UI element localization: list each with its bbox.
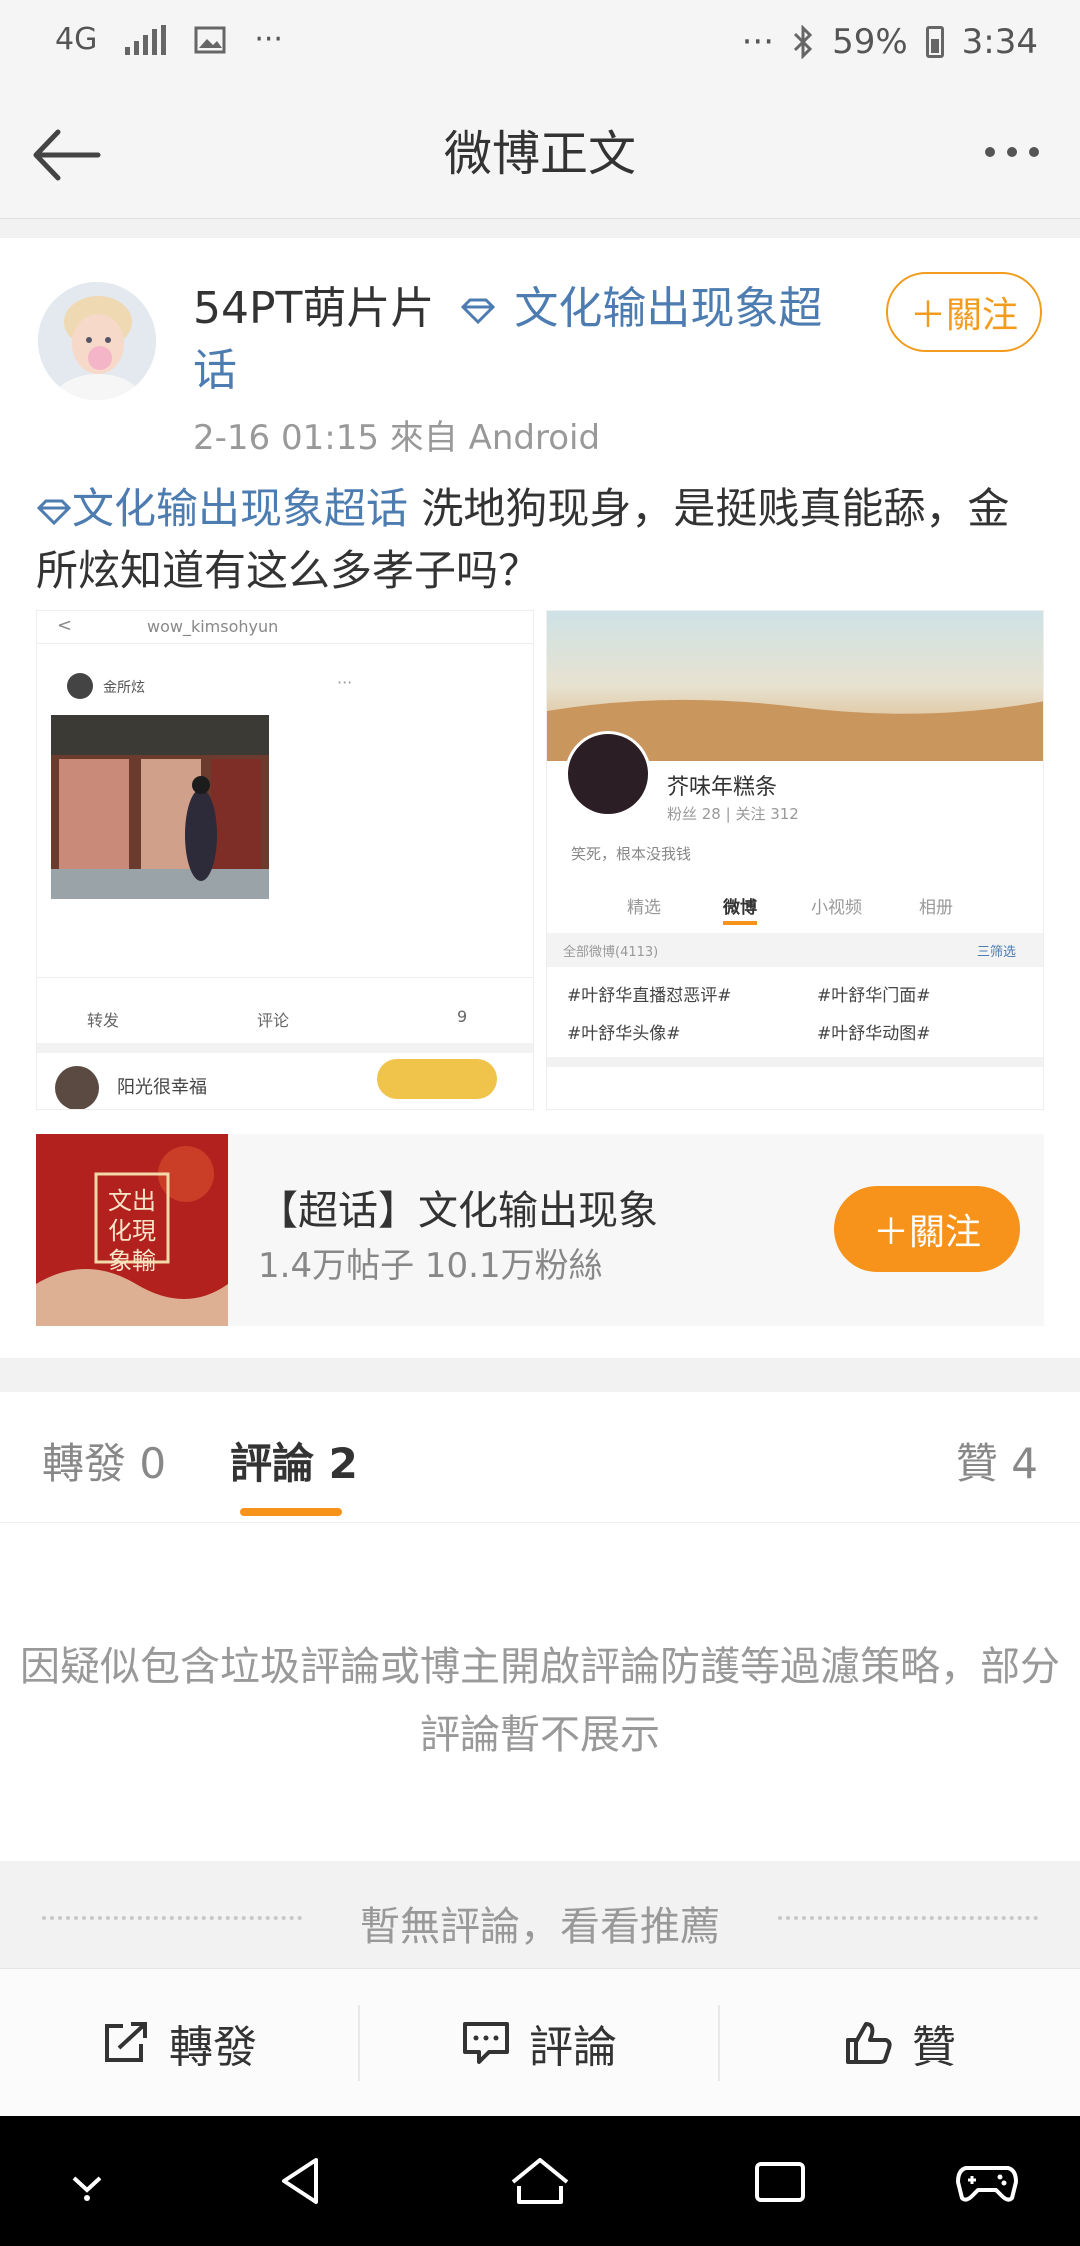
tab-repost[interactable]: 轉發 0: [42, 1430, 166, 1491]
image1-back-icon: <: [57, 615, 73, 636]
image1-photo: [51, 715, 269, 899]
image2-tag-3: #叶舒华动图#: [817, 1024, 931, 1044]
tab-comment[interactable]: 評論 2: [230, 1430, 358, 1491]
repost-label: 轉發: [169, 2022, 257, 2073]
super-topic-diamond-icon: [461, 298, 496, 325]
image2-tag-0: #叶舒华直播怼恶评#: [567, 986, 732, 1006]
super-topic-diamond-icon: [36, 499, 72, 525]
super-topic-thumbnail: 文出化現象輸: [36, 1134, 228, 1326]
network-label: 4G: [55, 22, 98, 57]
image2-filter-right: 三筛选: [977, 945, 1017, 960]
comment-icon: [463, 2022, 509, 2064]
image2-name: 芥味年糕条: [667, 775, 778, 800]
post-image-2[interactable]: 芥味年糕条 粉丝 28 | 关注 312 笑死，根本没我钱 精选 微博 小视频 …: [546, 610, 1044, 1110]
no-comments-recommend: 暫無評論，看看推薦: [360, 1904, 720, 1950]
image2-avatar: [565, 731, 651, 817]
divider-right: [778, 1916, 1038, 1920]
like-label: 贊: [912, 2022, 956, 2073]
post-card: 54PT萌片片 文化输出现象超话 2-16 01:15 來自 Android ＋…: [0, 238, 1080, 1358]
image2-tab-0: 精选: [627, 898, 661, 918]
status-left: 4G ···: [55, 22, 283, 57]
nav-recents-icon[interactable]: [745, 2146, 815, 2216]
status-right: ··· 59% 3:34: [742, 22, 1038, 62]
image2-bio: 笑死，根本没我钱: [571, 845, 692, 863]
battery-icon: [925, 26, 944, 58]
image2-stats: 粉丝 28 | 关注 312: [667, 805, 799, 823]
thumbs-up-icon: [846, 2022, 892, 2064]
image1-comment-user: 阳光很幸福: [117, 1077, 207, 1098]
image1-comment-avatar: [55, 1066, 99, 1109]
comment-button[interactable]: 評論: [360, 1969, 718, 2117]
bottom-action-bar: 轉發 評論 贊: [0, 1968, 1080, 2117]
follow-author-button[interactable]: ＋關注: [886, 272, 1042, 352]
gallery-icon: [194, 26, 226, 53]
status-bar: 4G ··· ··· 59% 3:34: [0, 0, 1080, 90]
image1-likes: 9: [457, 1007, 468, 1026]
image1-comment: 评论: [257, 1011, 290, 1030]
image1-post-name: 金所炫: [103, 680, 145, 696]
image2-tag-1: #叶舒华门面#: [817, 986, 931, 1006]
signal-icon: [125, 24, 167, 55]
post-image-1[interactable]: < wow_kimsohyun 金所炫 ··· 转发 评论 9 阳光很幸福: [36, 610, 534, 1110]
battery-percent: 59%: [832, 22, 908, 62]
tab-like[interactable]: 贊 4: [956, 1430, 1038, 1491]
hide-keyboard-icon[interactable]: [52, 2146, 122, 2216]
nav-back-icon[interactable]: [266, 2146, 336, 2216]
image1-avatar: [67, 673, 93, 699]
super-topic-thumb-text: 文出化現象輸: [108, 1187, 156, 1275]
username[interactable]: 54PT萌片片: [193, 283, 434, 334]
post-author-line: 54PT萌片片 文化输出现象超话: [193, 278, 833, 402]
comment-label: 評論: [529, 2022, 617, 2073]
image2-tab-2: 小视频: [811, 898, 862, 918]
image1-repost: 转发: [87, 1011, 120, 1030]
follow-topic-button[interactable]: ＋關注: [834, 1186, 1020, 1272]
avatar[interactable]: [38, 282, 156, 400]
image1-badge: [377, 1059, 497, 1099]
super-topic-card[interactable]: 文出化現象輸 【超话】文化输出现象 1.4万帖子 10.1万粉絲 ＋關注: [36, 1134, 1044, 1326]
image1-handle: wow_kimsohyun: [147, 617, 279, 636]
nav-home-icon[interactable]: [505, 2146, 575, 2216]
image2-filter-left: 全部微博(4113): [563, 945, 659, 960]
like-button[interactable]: 贊: [720, 1969, 1080, 2117]
post-meta: 2-16 01:15 來自 Android: [193, 418, 601, 458]
share-icon: [105, 2022, 147, 2062]
comment-notice: 因疑似包含垃圾評論或博主開啟評論防護等過濾策略，部分評論暫不展示: [0, 1523, 1080, 1861]
more-options-icon[interactable]: [972, 122, 1052, 182]
super-topic-stats: 1.4万帖子 10.1万粉絲: [258, 1246, 603, 1286]
image2-tab-3: 相册: [919, 898, 953, 918]
interaction-tabs: 轉發 0 評論 2 贊 4: [0, 1392, 1080, 1523]
comment-filter-notice: 因疑似包含垃圾評論或博主開啟評論防護等過濾策略，部分評論暫不展示: [20, 1644, 1060, 1758]
super-topic-name: 【超话】文化输出现象: [258, 1188, 658, 1234]
post-topic-link[interactable]: 文化输出现象超话: [72, 484, 408, 533]
top-bar: 微博正文: [0, 90, 1080, 219]
more-status-left: ···: [254, 22, 283, 57]
more-status-right: ···: [741, 22, 775, 62]
game-controller-icon[interactable]: [952, 2146, 1022, 2216]
system-nav-bar: [0, 2116, 1080, 2246]
bluetooth-icon: [794, 25, 813, 59]
repost-button[interactable]: 轉發: [0, 1969, 358, 2117]
image2-tag-2: #叶舒华头像#: [567, 1024, 681, 1044]
active-tab-indicator: [240, 1508, 342, 1516]
image2-tab-1: 微博: [723, 898, 757, 918]
recommend-divider: 暫無評論，看看推薦: [0, 1862, 1080, 1968]
clock: 3:34: [961, 22, 1038, 62]
post-text: 文化输出现象超话 洗地狗现身，是挺贱真能舔，金所炫知道有这么多孝子吗？: [36, 478, 1046, 602]
page-title: 微博正文: [443, 126, 636, 182]
